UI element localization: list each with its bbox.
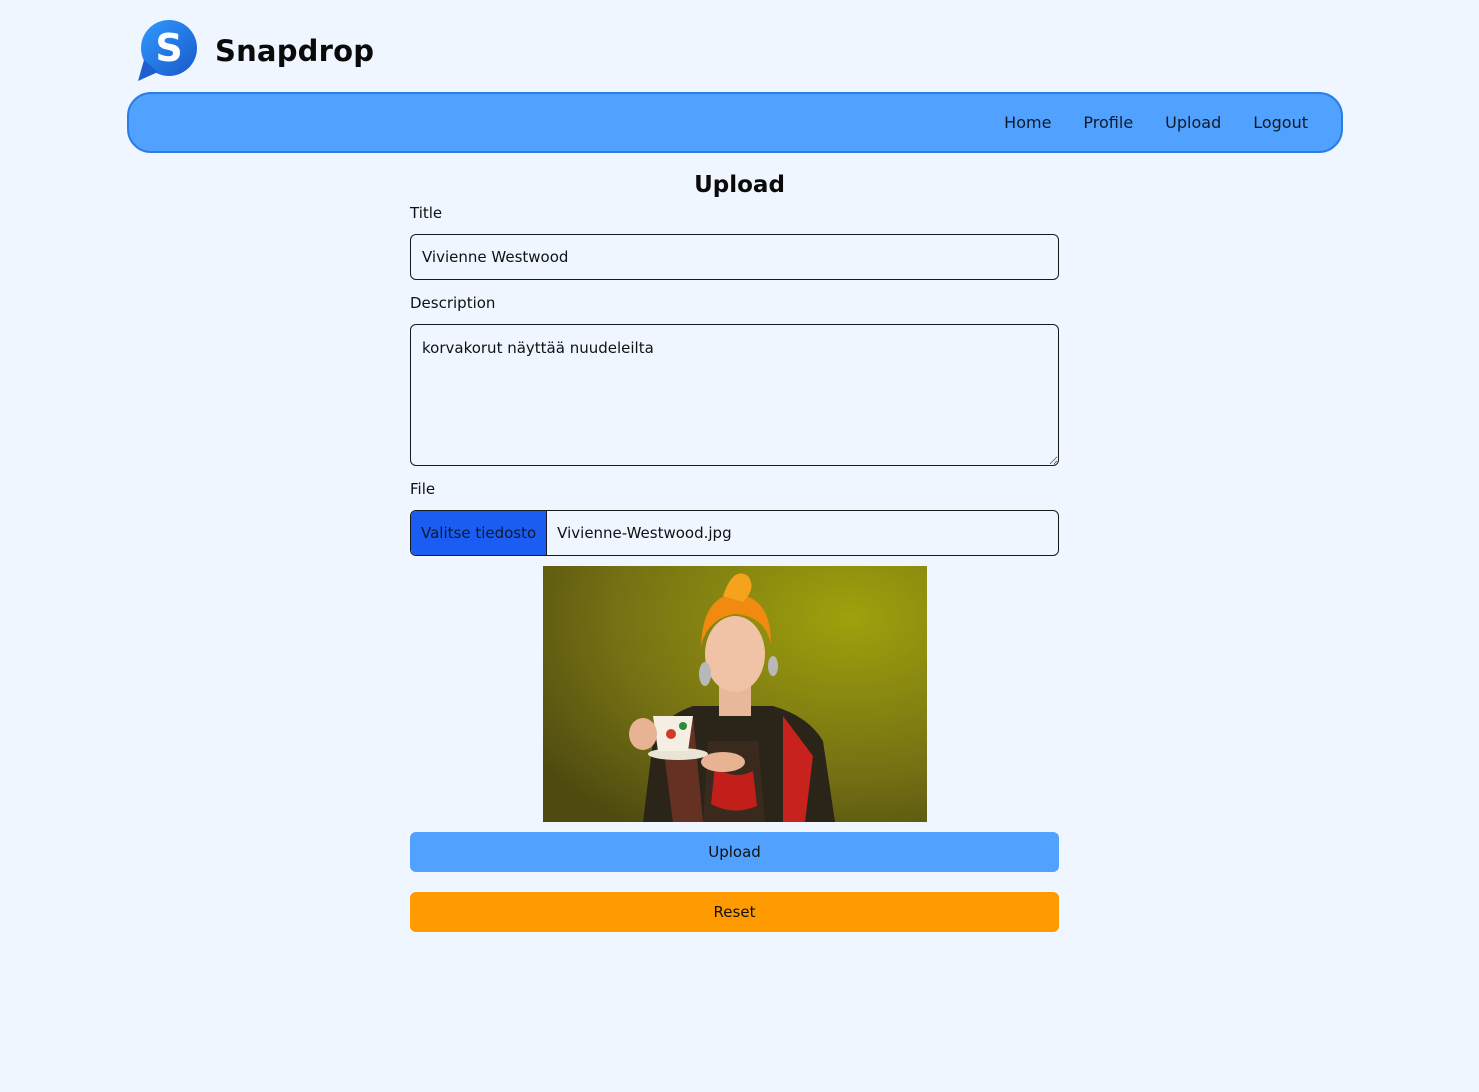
description-textarea[interactable]: korvakorut näyttää nuudeleilta [410, 324, 1059, 466]
file-name: Vivienne-Westwood.jpg [557, 524, 732, 542]
nav-logout[interactable]: Logout [1253, 114, 1308, 131]
svg-text:S: S [155, 26, 182, 70]
upload-button[interactable]: Upload [410, 832, 1059, 872]
file-input[interactable]: Valitse tiedosto Vivienne-Westwood.jpg [410, 510, 1059, 556]
title-label: Title [410, 204, 443, 222]
preview-image [543, 566, 927, 822]
nav-profile[interactable]: Profile [1083, 114, 1133, 131]
choose-file-button[interactable]: Valitse tiedosto [411, 511, 548, 555]
navbar: Home Profile Upload Logout [127, 92, 1343, 153]
title-input[interactable] [410, 234, 1059, 280]
file-label: File [410, 480, 436, 498]
description-label: Description [410, 294, 496, 312]
reset-button[interactable]: Reset [410, 892, 1059, 932]
image-preview [543, 566, 927, 822]
nav-home[interactable]: Home [1004, 114, 1051, 131]
page-title: Upload [694, 172, 785, 198]
header: S Snapdrop [136, 20, 374, 82]
brand-title: Snapdrop [215, 33, 375, 68]
speech-bubble-s-icon: S [136, 20, 198, 82]
nav-upload[interactable]: Upload [1165, 114, 1221, 131]
